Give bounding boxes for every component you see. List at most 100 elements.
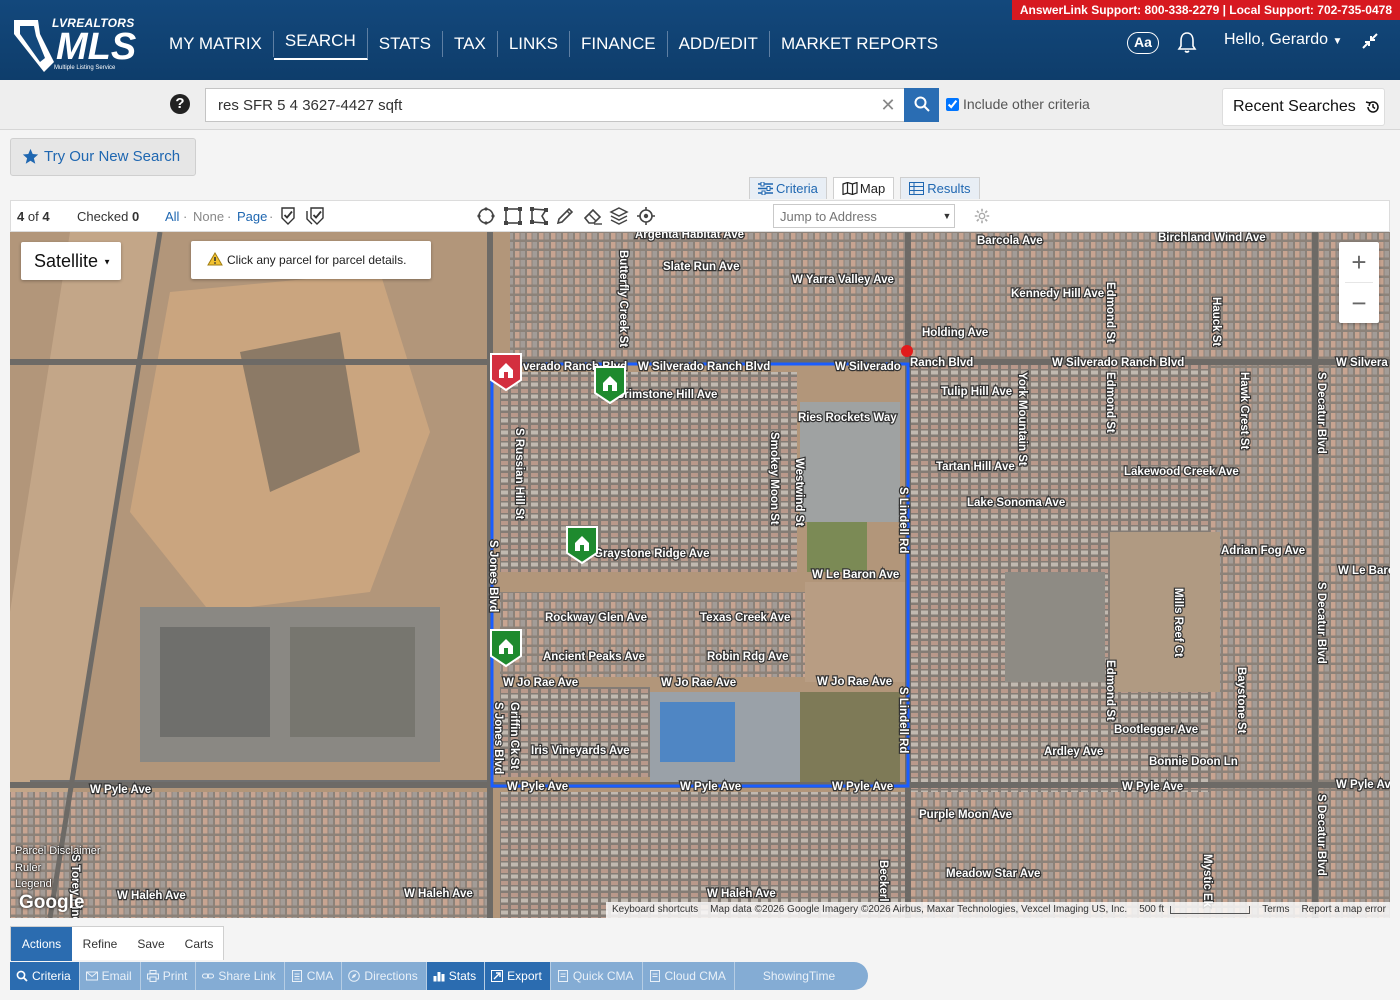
keyboard-shortcuts-link[interactable]: Keyboard shortcuts (606, 902, 704, 918)
user-menu[interactable]: Hello, Gerardo ▼ (1224, 31, 1342, 49)
street-label: Ranch Blvd (910, 357, 973, 369)
street-label: Iris Vineyards Ave (531, 745, 630, 757)
street-label: W Haleh Ave (117, 890, 186, 902)
terms-link[interactable]: Terms (1256, 902, 1295, 918)
chevron-down-icon[interactable]: ▼ (940, 205, 954, 227)
lvr-mls-logo[interactable]: LVREALTORS MLS Multiple Listing Service (10, 14, 136, 74)
street-label: Butterfly Creek St (617, 250, 629, 347)
street-label: W Yarra Valley Ave (792, 274, 894, 286)
draw-polygon-icon[interactable] (529, 206, 549, 226)
parcel-disclaimer-link[interactable]: Parcel Disclaimer (15, 845, 101, 857)
map-type-label: Satellite (34, 251, 99, 271)
quick-cma-button[interactable]: Quick CMA (551, 962, 643, 990)
street-label: Slate Run Ave (663, 261, 739, 273)
tab-actions[interactable]: Actions (11, 927, 72, 961)
tab-map[interactable]: Map (832, 177, 895, 199)
tab-criteria[interactable]: Criteria (749, 177, 827, 199)
draw-handle-dot[interactable] (901, 345, 913, 357)
legend-link[interactable]: Legend (15, 878, 52, 890)
map-canvas[interactable]: Argenta Habitat Ave Barcola Ave Birchlan… (10, 232, 1390, 918)
zoom-out-button[interactable]: − (1339, 283, 1379, 323)
street-label: W Jo Rae Ave (661, 677, 736, 689)
recent-searches-button[interactable]: Recent Searches (1222, 88, 1385, 126)
crosshair-icon[interactable] (636, 206, 656, 226)
collapse-arrows-icon[interactable] (1361, 32, 1379, 50)
map-data-text: Map data ©2026 Google Imagery ©2026 Airb… (710, 904, 1128, 915)
parcel-hint: Click any parcel for parcel details. (191, 241, 431, 279)
google-logo: Google (19, 892, 85, 913)
select-none-link[interactable]: None (193, 209, 224, 224)
document-icon (291, 970, 302, 982)
sliders-icon (758, 182, 773, 195)
street-label: Ardley Ave (1044, 746, 1103, 758)
gear-icon[interactable] (973, 207, 991, 225)
search-input[interactable] (205, 88, 905, 122)
street-label: Mills Reef Ct (1172, 588, 1184, 657)
font-size-button[interactable]: Aa (1127, 32, 1159, 54)
clear-icon[interactable]: ✕ (878, 93, 898, 117)
directions-button[interactable]: Directions (342, 962, 427, 990)
search-icon (16, 970, 28, 982)
check-multiple-icon[interactable] (305, 206, 325, 226)
layers-icon[interactable] (609, 206, 629, 226)
select-page-link[interactable]: Page (237, 209, 267, 224)
include-other-criteria[interactable]: Include other criteria (946, 96, 1090, 112)
scale-label: 500 ft (1139, 904, 1165, 915)
street-label: W Haleh Ave (404, 888, 473, 900)
street-label: Barcola Ave (977, 235, 1043, 247)
export-button[interactable]: Export (485, 962, 551, 990)
street-label: Adrian Fog Ave (1221, 545, 1305, 557)
cma-button[interactable]: CMA (285, 962, 343, 990)
recent-searches-label: Recent Searches (1233, 98, 1356, 115)
street-label: S Lindell Rd (897, 687, 909, 753)
report-map-error-link[interactable]: Report a map error (1295, 902, 1390, 918)
criteria-button[interactable]: Criteria (10, 962, 80, 990)
tab-carts[interactable]: Carts (177, 927, 221, 961)
tab-save[interactable]: Save (129, 927, 173, 961)
nav-market-reports[interactable]: MARKET REPORTS (770, 31, 949, 57)
try-new-search-button[interactable]: Try Our New Search (10, 138, 196, 176)
stats-button[interactable]: Stats (426, 962, 486, 990)
zoom-in-button[interactable]: + (1339, 242, 1379, 282)
select-all-link[interactable]: All (165, 209, 179, 224)
street-label: W Pyle Ave (507, 781, 568, 793)
street-label: W Jo Rae Ave (503, 677, 578, 689)
check-shield-icon[interactable] (278, 206, 298, 226)
try-new-search-label: Try Our New Search (44, 148, 181, 165)
nav-stats[interactable]: STATS (368, 31, 444, 57)
ruler-link[interactable]: Ruler (15, 862, 41, 874)
search-icon (914, 96, 930, 112)
street-label: Edmond St (1104, 282, 1116, 343)
nav-tax[interactable]: TAX (443, 31, 498, 57)
nav-links[interactable]: LINKS (498, 31, 570, 57)
share-link-button[interactable]: Share Link (196, 962, 285, 990)
map-type-dropdown[interactable]: Satellite ▼ (21, 242, 121, 280)
draw-rectangle-icon[interactable] (503, 206, 523, 226)
street-label: W Pyle Av (1336, 779, 1390, 791)
tab-results[interactable]: Results (900, 177, 980, 199)
export-icon (491, 970, 504, 982)
nav-my-matrix[interactable]: MY MATRIX (158, 31, 274, 57)
nav-search[interactable]: SEARCH (273, 28, 368, 60)
compass-icon (348, 970, 361, 982)
street-label: Ancient Peaks Ave (543, 651, 645, 663)
cloud-cma-button[interactable]: Cloud CMA (643, 962, 735, 990)
street-label: S Jones Blvd (487, 540, 499, 612)
pencil-icon[interactable] (555, 206, 575, 226)
street-label: Robin Rdg Ave (707, 651, 789, 663)
tab-refine[interactable]: Refine (74, 927, 126, 961)
help-icon[interactable]: ? (170, 94, 190, 114)
include-other-checkbox[interactable] (946, 97, 959, 111)
draw-circle-icon[interactable] (476, 206, 496, 226)
showingtime-button[interactable]: ShowingTime (735, 962, 843, 990)
print-button[interactable]: Print (141, 962, 197, 990)
eraser-icon[interactable] (583, 206, 603, 226)
street-label: W Pyle Ave (1122, 781, 1183, 793)
map-attribution: Keyboard shortcuts Map data ©2026 Google… (606, 902, 1390, 918)
nav-finance[interactable]: FINANCE (570, 31, 668, 57)
bell-icon[interactable] (1176, 30, 1198, 54)
nav-add-edit[interactable]: ADD/EDIT (668, 31, 770, 57)
email-button[interactable]: Email (80, 962, 141, 990)
jump-to-address-input[interactable] (773, 204, 955, 228)
search-button[interactable] (904, 88, 939, 122)
